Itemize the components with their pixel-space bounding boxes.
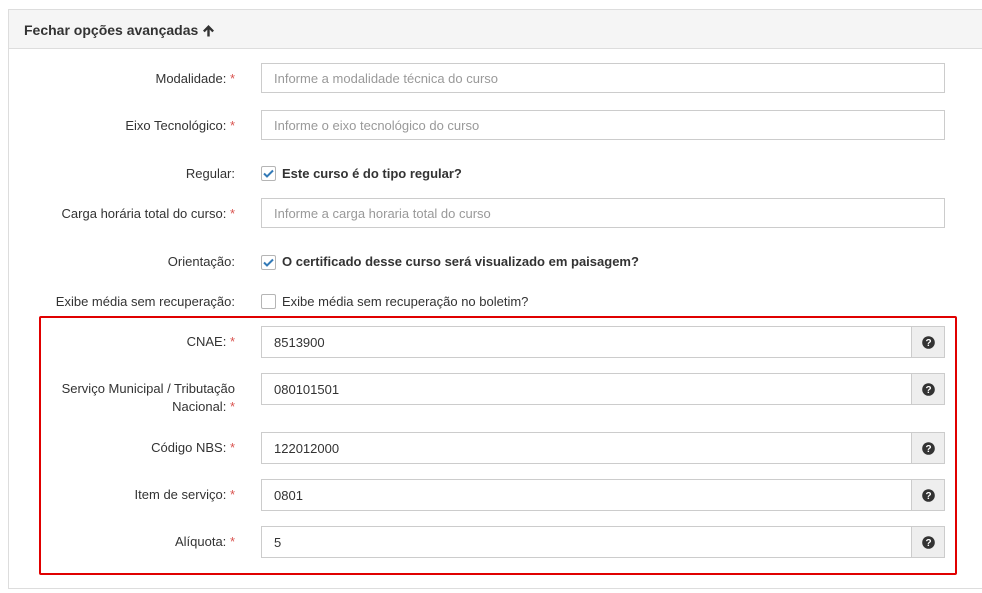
exibe-media-checkbox-label[interactable]: Exibe média sem recuperação no boletim? <box>282 294 528 309</box>
svg-text:?: ? <box>925 538 931 549</box>
question-circle-icon: ? <box>921 488 935 502</box>
servico-municipal-help-button[interactable]: ? <box>911 373 945 405</box>
panel-title-text: Fechar opções avançadas <box>24 22 199 38</box>
exibe-media-checkbox[interactable] <box>261 294 276 309</box>
aliquota-input[interactable] <box>261 526 912 558</box>
modalidade-input[interactable] <box>261 63 945 93</box>
aliquota-label: Alíquota: * <box>174 534 235 549</box>
question-circle-icon: ? <box>921 382 935 396</box>
svg-text:?: ? <box>925 444 931 455</box>
servico-municipal-input[interactable] <box>261 373 912 405</box>
codigo-nbs-label: Código NBS: * <box>151 440 235 455</box>
eixo-label: Eixo Tecnológico: * <box>125 118 235 133</box>
svg-text:?: ? <box>925 385 931 396</box>
servico-municipal-label: Serviço Municipal / Tributação Nacional:… <box>61 381 235 414</box>
regular-checkbox[interactable] <box>261 166 276 181</box>
orientacao-checkbox[interactable] <box>261 255 276 270</box>
codigo-nbs-input[interactable] <box>261 432 912 464</box>
question-circle-icon: ? <box>921 441 935 455</box>
check-icon <box>263 258 274 267</box>
question-circle-icon: ? <box>921 535 935 549</box>
cnae-input[interactable] <box>261 326 912 358</box>
orientacao-checkbox-label[interactable]: O certificado desse curso será visualiza… <box>282 254 639 269</box>
orientacao-label: Orientação: <box>167 254 235 269</box>
eixo-input[interactable] <box>261 110 945 140</box>
svg-text:?: ? <box>925 491 931 502</box>
regular-checkbox-label[interactable]: Este curso é do tipo regular? <box>282 166 462 181</box>
item-servico-label: Item de serviço: * <box>134 487 235 502</box>
carga-label: Carga horária total do curso: * <box>61 206 235 221</box>
toggle-advanced-options[interactable]: Fechar opções avançadas <box>24 22 215 38</box>
modalidade-label: Modalidade: * <box>155 71 235 86</box>
aliquota-help-button[interactable]: ? <box>911 526 945 558</box>
regular-label: Regular: <box>185 166 235 181</box>
svg-text:?: ? <box>925 338 931 349</box>
panel-header: Fechar opções avançadas <box>9 10 982 49</box>
arrow-up-icon <box>203 24 215 36</box>
carga-input[interactable] <box>261 198 945 228</box>
cnae-label: CNAE: * <box>186 334 235 349</box>
question-circle-icon: ? <box>921 335 935 349</box>
item-servico-input[interactable] <box>261 479 912 511</box>
check-icon <box>263 169 274 178</box>
codigo-nbs-help-button[interactable]: ? <box>911 432 945 464</box>
exibe-media-label: Exibe média sem recuperação: <box>55 294 235 309</box>
cnae-help-button[interactable]: ? <box>911 326 945 358</box>
item-servico-help-button[interactable]: ? <box>911 479 945 511</box>
